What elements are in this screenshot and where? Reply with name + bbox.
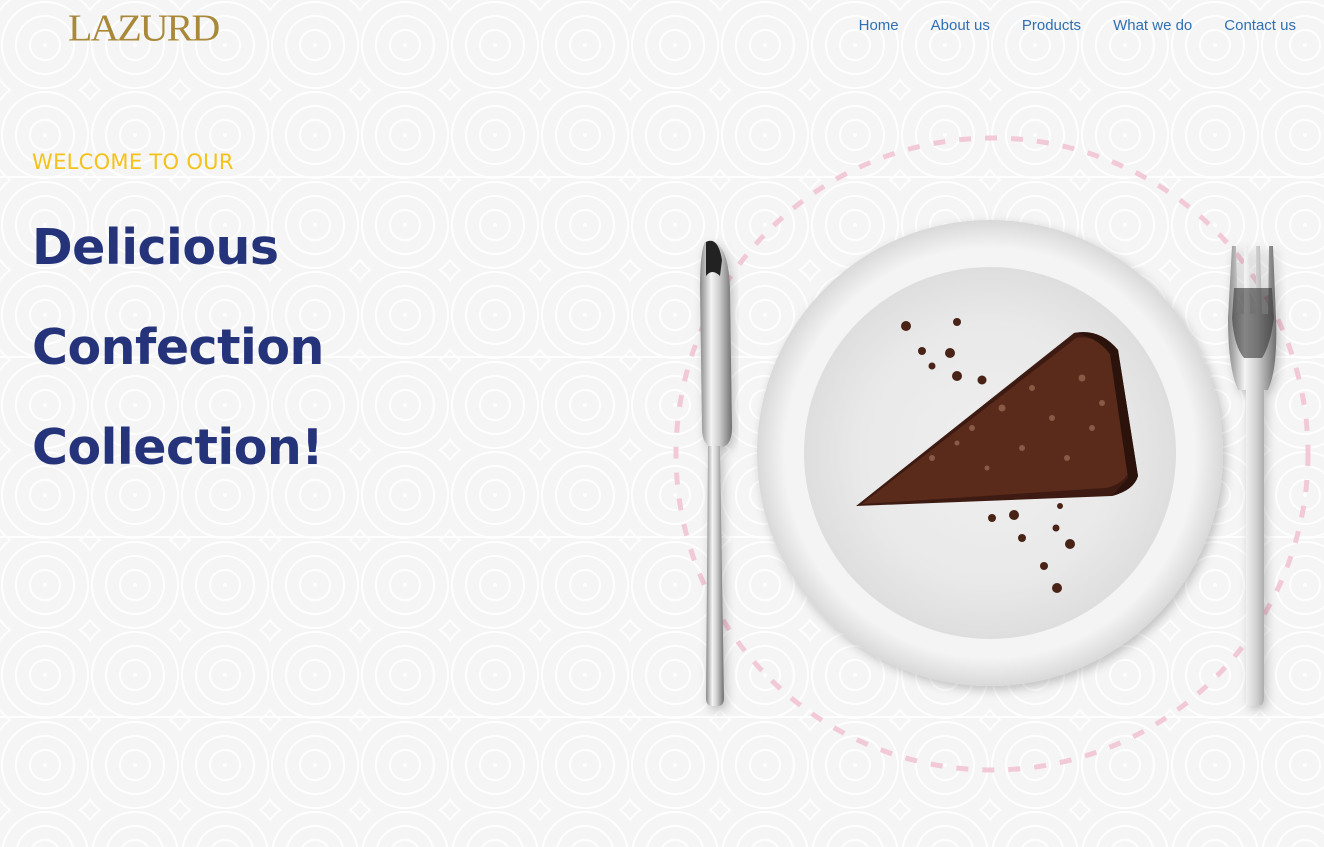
site-header: LAZURD Home About us Products What we do…	[0, 0, 1324, 56]
cake-plate-illustration	[673, 135, 1311, 773]
fork	[1228, 246, 1277, 706]
nav-home[interactable]: Home	[859, 17, 899, 34]
main-nav: Home About us Products What we do Contac…	[859, 17, 1296, 34]
nav-contact-us[interactable]: Contact us	[1224, 17, 1296, 34]
nav-products[interactable]: Products	[1022, 17, 1081, 34]
hero-image	[672, 128, 1312, 780]
headline-line-3: Collection!	[32, 419, 324, 476]
hero-text: WELCOME TO OUR Delicious Confection Coll…	[32, 150, 324, 498]
hero-eyebrow: WELCOME TO OUR	[32, 150, 234, 174]
brand-logo[interactable]: LAZURD	[68, 9, 220, 47]
nav-about-us[interactable]: About us	[931, 17, 990, 34]
hero-headline: Delicious Confection Collection!	[32, 198, 324, 498]
headline-line-1: Delicious	[32, 219, 279, 276]
knife	[700, 240, 732, 706]
nav-what-we-do[interactable]: What we do	[1113, 17, 1192, 34]
headline-line-2: Confection	[32, 319, 324, 376]
